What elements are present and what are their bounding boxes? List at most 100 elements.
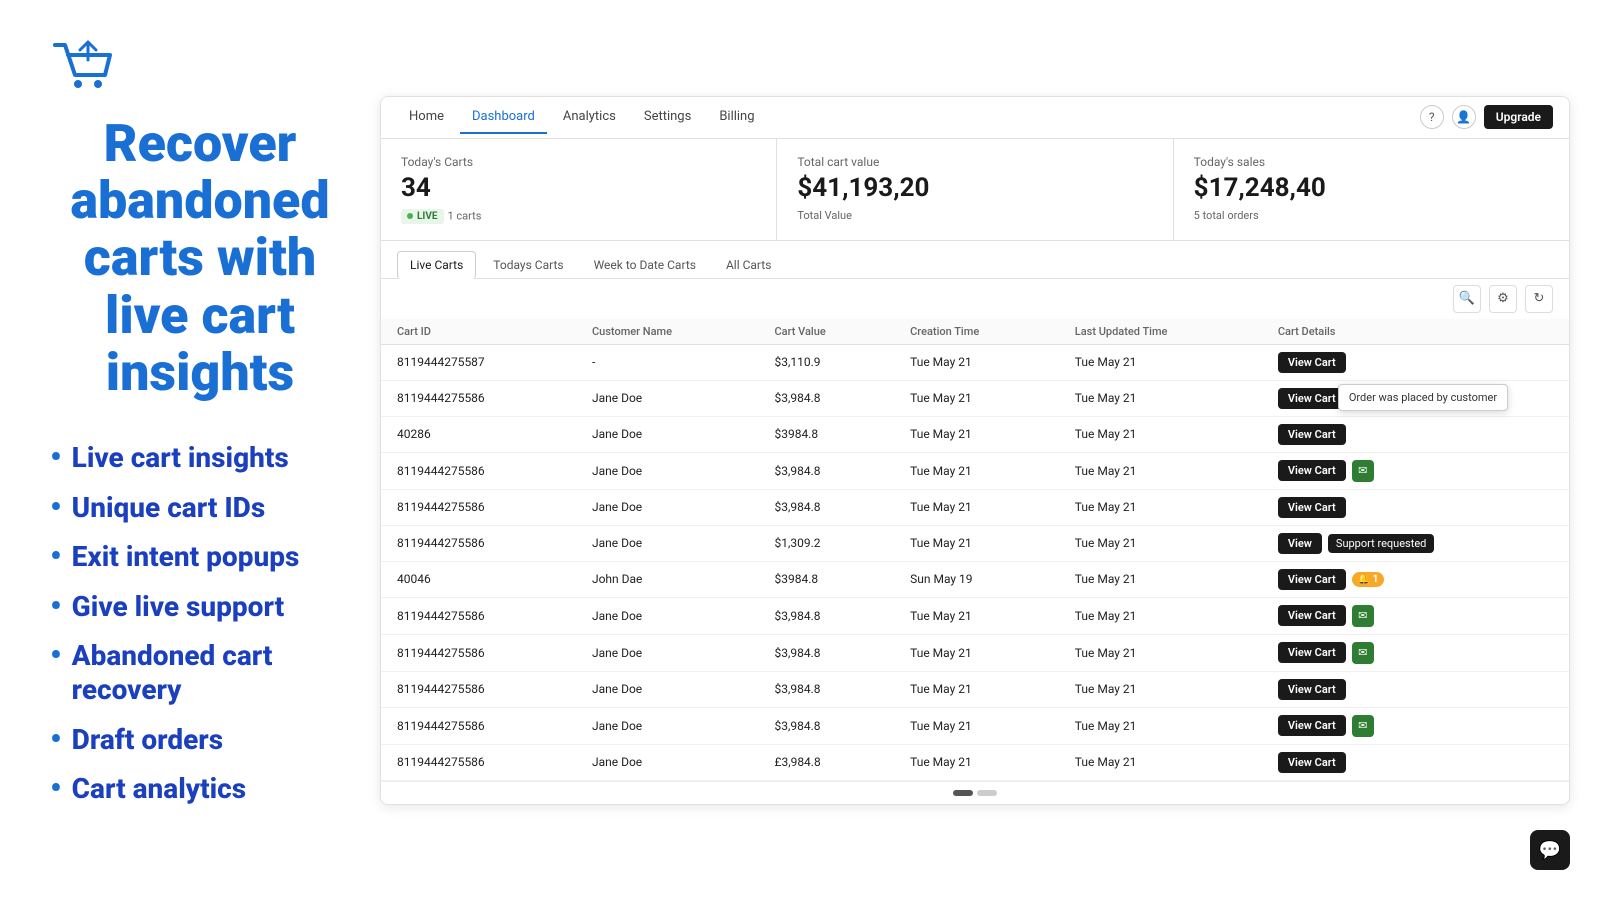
table-tabs: Live CartsTodays CartsWeek to Date Carts… xyxy=(381,241,1569,279)
scroll-dot-2 xyxy=(977,790,997,796)
col-header-cart-details: Cart Details xyxy=(1262,319,1569,345)
chat-bubble[interactable]: 💬 xyxy=(1530,830,1570,870)
creation-time: Tue May 21 xyxy=(894,707,1059,744)
cart-details: View Cart ✉ xyxy=(1262,707,1569,744)
last-updated-time: Tue May 21 xyxy=(1059,707,1262,744)
table-section: Live CartsTodays CartsWeek to Date Carts… xyxy=(381,241,1569,804)
tab-all-carts[interactable]: All Carts xyxy=(713,251,784,279)
cart-id: 40286 xyxy=(381,416,576,452)
cart-id: 8119444275586 xyxy=(381,597,576,634)
table-row: 8119444275586 Jane Doe $3,984.8 Tue May … xyxy=(381,452,1569,489)
green-action-icon[interactable]: ✉ xyxy=(1352,460,1374,482)
cart-value: $3,110.9 xyxy=(758,344,894,380)
support-tooltip: Support requested xyxy=(1328,534,1434,553)
feature-list: Live cart insightsUnique cart IDsExit in… xyxy=(50,441,350,822)
cart-details: View Cart xyxy=(1262,416,1569,452)
last-updated-time: Tue May 21 xyxy=(1059,525,1262,561)
dashboard-nav: HomeDashboardAnalyticsSettingsBilling ? … xyxy=(381,97,1569,139)
cart-value: $3,984.8 xyxy=(758,380,894,416)
view-cart-button[interactable]: View Cart xyxy=(1278,497,1346,518)
table-toolbar: 🔍 ⚙ ↻ xyxy=(381,279,1569,319)
cart-details: View Cart xyxy=(1262,744,1569,780)
nav-link-dashboard[interactable]: Dashboard xyxy=(460,101,547,134)
customer-name: Jane Doe xyxy=(576,707,759,744)
view-cart-button[interactable]: View Cart xyxy=(1278,679,1346,700)
last-updated-time: Tue May 21 xyxy=(1059,634,1262,671)
feature-3: Exit intent popups xyxy=(50,540,350,574)
cart-details-cell: View Cart ✉ xyxy=(1278,642,1553,664)
cart-details-cell: View Cart ✉ xyxy=(1278,715,1553,737)
green-action-icon[interactable]: ✉ xyxy=(1352,642,1374,664)
creation-time: Tue May 21 xyxy=(894,489,1059,525)
cart-id: 8119444275587 xyxy=(381,344,576,380)
tab-live-carts[interactable]: Live Carts xyxy=(397,251,476,279)
col-header-last-updated-time: Last Updated Time xyxy=(1059,319,1262,345)
green-action-icon[interactable]: ✉ xyxy=(1352,605,1374,627)
creation-time: Tue May 21 xyxy=(894,744,1059,780)
view-cart-button[interactable]: View Cart xyxy=(1278,352,1346,373)
alert-badge: 🔔 1 xyxy=(1352,572,1385,587)
feature-5: Abandoned cart recovery xyxy=(50,639,350,706)
creation-time: Tue May 21 xyxy=(894,634,1059,671)
tab-todays-carts[interactable]: Todays Carts xyxy=(480,251,576,279)
view-cart-button[interactable]: View Cart xyxy=(1278,569,1346,590)
cart-id: 8119444275586 xyxy=(381,380,576,416)
cart-value: $3,984.8 xyxy=(758,707,894,744)
col-header-cart-value: Cart Value xyxy=(758,319,894,345)
view-cart-button[interactable]: View Cart xyxy=(1278,424,1346,445)
scroll-dots xyxy=(953,790,997,796)
creation-time: Tue May 21 xyxy=(894,452,1059,489)
last-updated-time: Tue May 21 xyxy=(1059,744,1262,780)
customer-name: Jane Doe xyxy=(576,634,759,671)
stat-sub: Total Value xyxy=(797,209,1152,222)
stat-label: Total cart value xyxy=(797,155,1152,169)
view-cart-button[interactable]: View Cart xyxy=(1278,460,1346,481)
refresh-icon[interactable]: ↻ xyxy=(1525,285,1553,313)
cart-id: 8119444275586 xyxy=(381,525,576,561)
cart-details-cell: View Support requested xyxy=(1278,533,1553,554)
cart-details: View Cart Order was placed by customer xyxy=(1262,380,1569,416)
nav-link-settings[interactable]: Settings xyxy=(632,101,703,134)
customer-name: Jane Doe xyxy=(576,416,759,452)
filter-icon[interactable]: ⚙ xyxy=(1489,285,1517,313)
last-updated-time: Tue May 21 xyxy=(1059,344,1262,380)
cart-details: View Cart 🔔 1 xyxy=(1262,561,1569,597)
cart-details-cell: View Cart Order was placed by customer xyxy=(1278,388,1553,409)
last-updated-time: Tue May 21 xyxy=(1059,380,1262,416)
nav-link-analytics[interactable]: Analytics xyxy=(551,101,628,134)
feature-6: Draft orders xyxy=(50,723,350,757)
customer-name: Jane Doe xyxy=(576,380,759,416)
nav-right: ? 👤 Upgrade xyxy=(1420,105,1553,129)
cart-value: $3984.8 xyxy=(758,561,894,597)
upgrade-button[interactable]: Upgrade xyxy=(1484,105,1553,129)
feature-4: Give live support xyxy=(50,590,350,624)
customer-name: Jane Doe xyxy=(576,671,759,707)
cart-id: 8119444275586 xyxy=(381,744,576,780)
green-action-icon[interactable]: ✉ xyxy=(1352,715,1374,737)
view-cart-button[interactable]: View xyxy=(1278,533,1322,554)
data-table: Cart IDCustomer NameCart ValueCreation T… xyxy=(381,319,1569,781)
cart-details-cell: View Cart ✉ xyxy=(1278,605,1553,627)
cart-details: View Cart ✉ xyxy=(1262,452,1569,489)
dashboard-container: HomeDashboardAnalyticsSettingsBilling ? … xyxy=(380,96,1570,805)
tab-week-to-date-carts[interactable]: Week to Date Carts xyxy=(581,251,709,279)
left-panel: Recover abandoned carts with live cart i… xyxy=(0,0,380,900)
cart-value: $3,984.8 xyxy=(758,452,894,489)
nav-link-billing[interactable]: Billing xyxy=(707,101,766,134)
cart-details-cell: View Cart xyxy=(1278,424,1553,445)
user-icon[interactable]: 👤 xyxy=(1452,105,1476,129)
view-cart-button[interactable]: View Cart xyxy=(1278,715,1346,736)
view-cart-button[interactable]: View Cart xyxy=(1278,605,1346,626)
customer-name: Jane Doe xyxy=(576,489,759,525)
hero-title: Recover abandoned carts with live cart i… xyxy=(50,115,350,401)
customer-name: Jane Doe xyxy=(576,452,759,489)
help-icon[interactable]: ? xyxy=(1420,105,1444,129)
search-icon[interactable]: 🔍 xyxy=(1453,285,1481,313)
nav-link-home[interactable]: Home xyxy=(397,101,456,134)
creation-time: Tue May 21 xyxy=(894,597,1059,634)
cart-value: $3,984.8 xyxy=(758,671,894,707)
view-cart-button[interactable]: View Cart xyxy=(1278,752,1346,773)
customer-name: Jane Doe xyxy=(576,744,759,780)
view-cart-button[interactable]: View Cart xyxy=(1278,642,1346,663)
view-cart-button[interactable]: View Cart xyxy=(1278,388,1346,409)
